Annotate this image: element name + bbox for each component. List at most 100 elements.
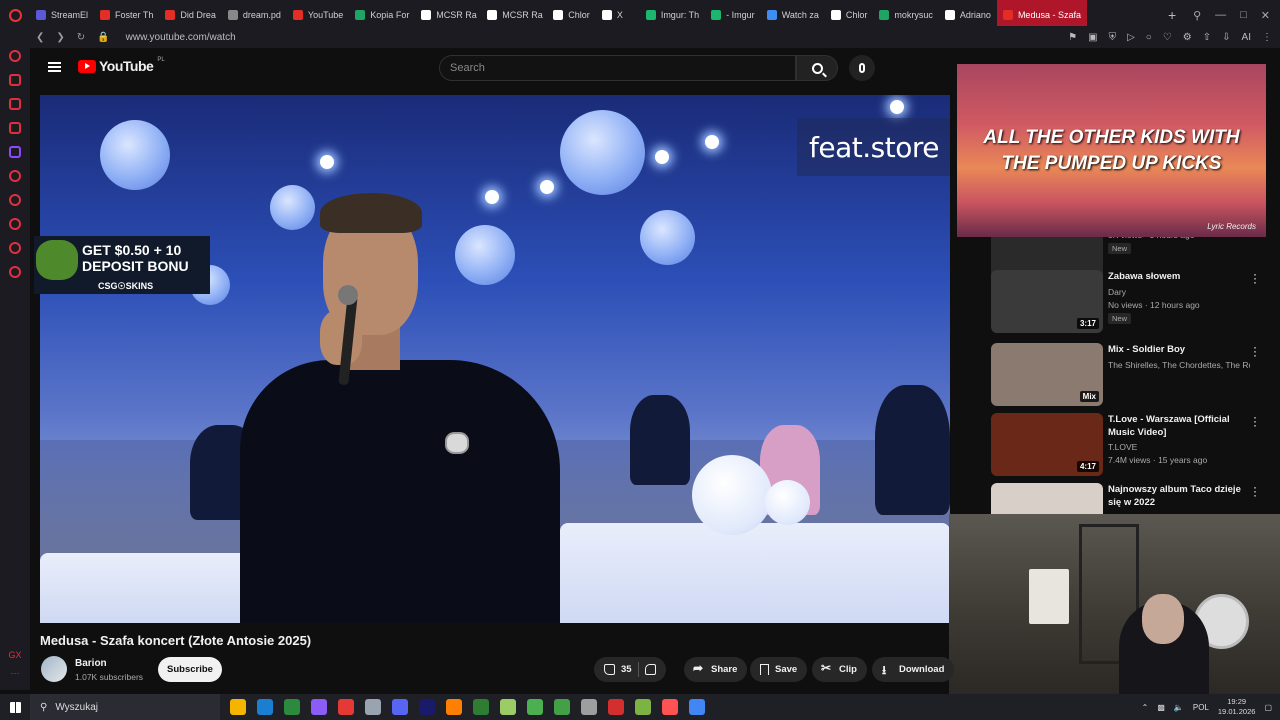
player-icon[interactable]: ▷ xyxy=(1127,32,1135,43)
reload-icon[interactable]: ↻ xyxy=(77,32,85,43)
video-thumbnail[interactable]: 3:17 xyxy=(991,270,1103,333)
clock[interactable]: 19:29 19.01.2026 xyxy=(1218,697,1256,717)
video-thumbnail[interactable] xyxy=(991,483,1103,514)
start-button[interactable] xyxy=(0,701,30,713)
notifications-icon[interactable]: ▢ xyxy=(1264,703,1272,712)
opera-menu-icon[interactable] xyxy=(0,0,30,30)
settings-icon[interactable] xyxy=(9,266,21,278)
recommended-video-channel: Dary xyxy=(1108,287,1126,297)
share-button[interactable]: Share xyxy=(684,657,748,682)
hamburger-menu-icon[interactable] xyxy=(48,62,61,72)
clip-button[interactable]: Clip xyxy=(812,657,867,682)
recommended-video[interactable]: Mix Mix - Soldier Boy The Shirelles, The C… xyxy=(990,341,1266,407)
forward-icon[interactable]: ❯ xyxy=(56,32,64,43)
sidebar-more-icon[interactable]: GX ⋯ xyxy=(0,646,30,682)
pinboard-icon[interactable] xyxy=(9,170,21,182)
save-button[interactable]: Save xyxy=(750,657,808,682)
close-window-icon[interactable]: ✕ xyxy=(1261,9,1270,22)
search-button[interactable] xyxy=(796,55,838,81)
player-sidebar-icon[interactable] xyxy=(9,194,21,206)
recommended-video-title[interactable]: Zabawa słowem xyxy=(1108,270,1250,283)
promo-banner[interactable]: GET $0.50 + 10 DEPOSIT BONU CSG☉SKINS xyxy=(34,236,210,294)
taskbar-app-icon[interactable] xyxy=(392,699,408,715)
extensions-sidebar-icon[interactable] xyxy=(9,242,21,254)
recommended-video-title[interactable]: Mix - Soldier Boy xyxy=(1108,343,1250,356)
browser-menu-icon[interactable]: ⋮ xyxy=(1262,32,1272,43)
vpn-icon[interactable]: ○ xyxy=(1146,32,1152,43)
taskbar-app-icon[interactable] xyxy=(446,699,462,715)
shield-icon[interactable]: ⛨ xyxy=(1109,32,1117,43)
taskbar-app-icon[interactable] xyxy=(581,699,597,715)
taskbar-app-icon[interactable] xyxy=(284,699,300,715)
banquet-table xyxy=(40,553,270,623)
taskbar-app-icon[interactable] xyxy=(608,699,624,715)
url-text[interactable]: www.youtube.com/watch xyxy=(126,32,236,43)
taskbar-app-icon[interactable] xyxy=(473,699,489,715)
taskbar-app-icon[interactable] xyxy=(527,699,543,715)
volume-icon[interactable]: 🔈 xyxy=(1174,703,1184,712)
recommended-video-channel: 5K views · 3 hours ago xyxy=(1108,237,1250,241)
taskbar-app-icon[interactable] xyxy=(554,699,570,715)
recommended-video-title[interactable]: T.Love - Warszawa [Official Music Video] xyxy=(1108,413,1250,439)
bookmark-icon[interactable]: ⚑ xyxy=(1068,32,1077,43)
search-tabs-icon[interactable]: ⚲ xyxy=(1193,9,1201,22)
back-icon[interactable]: ❮ xyxy=(36,32,44,43)
more-actions-icon[interactable]: · · · xyxy=(1253,481,1257,501)
taskbar-app-icon[interactable] xyxy=(500,699,516,715)
tray-chevron-icon[interactable]: ⌃ xyxy=(1142,703,1149,712)
chat-icon[interactable] xyxy=(9,98,21,110)
search-input[interactable] xyxy=(439,55,796,81)
taskbar-app-icon[interactable] xyxy=(311,699,327,715)
network-icon[interactable]: ▩ xyxy=(1157,703,1165,712)
download-button[interactable]: Download xyxy=(872,657,955,682)
recommended-video[interactable]: Najnowszy album Taco dzieje się w 2022 · ·… xyxy=(990,481,1266,514)
windows-icon xyxy=(9,701,21,713)
taskbar-app-icon[interactable] xyxy=(419,699,435,715)
tab-favicon-icon xyxy=(100,10,111,20)
aria-ai-button[interactable]: AI xyxy=(1242,32,1251,43)
heart-icon[interactable]: ♡ xyxy=(1163,32,1172,43)
recommended-video-title[interactable]: Najnowszy album Taco dzieje się w 2022 xyxy=(1108,483,1250,509)
more-actions-icon[interactable]: · · · xyxy=(1253,411,1257,431)
messenger-icon[interactable] xyxy=(9,74,21,86)
taskbar-app-icon[interactable] xyxy=(257,699,273,715)
instagram-icon[interactable] xyxy=(9,122,21,134)
youtube-logo[interactable]: YouTube PL xyxy=(78,57,165,74)
video-player[interactable]: feat.store xyxy=(40,95,950,623)
taskbar-app-icon[interactable] xyxy=(230,699,246,715)
aria-icon[interactable] xyxy=(9,50,21,62)
thumbs-down-icon[interactable] xyxy=(644,664,656,675)
snapshot-icon[interactable]: ▣ xyxy=(1088,32,1097,43)
video-thumbnail[interactable]: Mix xyxy=(991,343,1103,406)
recommended-video[interactable]: 3:17 Zabawa słowem Dary No views · 12 hours… xyxy=(990,268,1266,334)
maximize-icon[interactable]: □ xyxy=(1240,9,1247,22)
tab-label: Medusa - Szafa xyxy=(1017,10,1081,20)
channel-name[interactable]: Barion xyxy=(75,658,107,669)
like-button[interactable]: 35 xyxy=(604,664,632,675)
more-actions-icon[interactable]: · · · xyxy=(1253,341,1257,361)
download-icon[interactable]: ⇩ xyxy=(1222,32,1230,43)
taskbar-app-icon[interactable] xyxy=(635,699,651,715)
more-actions-icon[interactable]: · · · xyxy=(1253,268,1257,288)
twitch-icon[interactable] xyxy=(9,146,21,158)
subscribe-button[interactable]: Subscribe xyxy=(158,657,222,682)
history-icon[interactable] xyxy=(9,218,21,230)
balloon-light xyxy=(640,210,695,265)
video-thumbnail[interactable]: 4:17 xyxy=(991,413,1103,476)
language-indicator[interactable]: POL xyxy=(1193,703,1209,712)
channel-avatar[interactable] xyxy=(41,656,67,682)
ceiling-light xyxy=(540,180,554,194)
new-tab-button[interactable]: + xyxy=(1161,7,1183,23)
taskbar-app-icon[interactable] xyxy=(338,699,354,715)
tab-favicon-icon xyxy=(1002,10,1013,20)
recommended-video[interactable]: 4:17 T.Love - Warszawa [Official Music Vi… xyxy=(990,411,1266,477)
taskbar-app-icon[interactable] xyxy=(662,699,678,715)
share-page-icon[interactable]: ⇧ xyxy=(1203,32,1211,43)
taskbar-search[interactable]: ⚲ Wyszukaj xyxy=(30,694,220,720)
picture-in-picture-player[interactable]: ALL THE OTHER KIDS WITH THE PUMPED UP KI… xyxy=(957,64,1266,237)
voice-search-button[interactable] xyxy=(849,55,875,81)
taskbar-app-icon[interactable] xyxy=(365,699,381,715)
extensions-icon[interactable]: ⚙ xyxy=(1183,32,1192,43)
minimize-icon[interactable]: — xyxy=(1215,9,1226,22)
taskbar-app-icon[interactable] xyxy=(689,699,705,715)
